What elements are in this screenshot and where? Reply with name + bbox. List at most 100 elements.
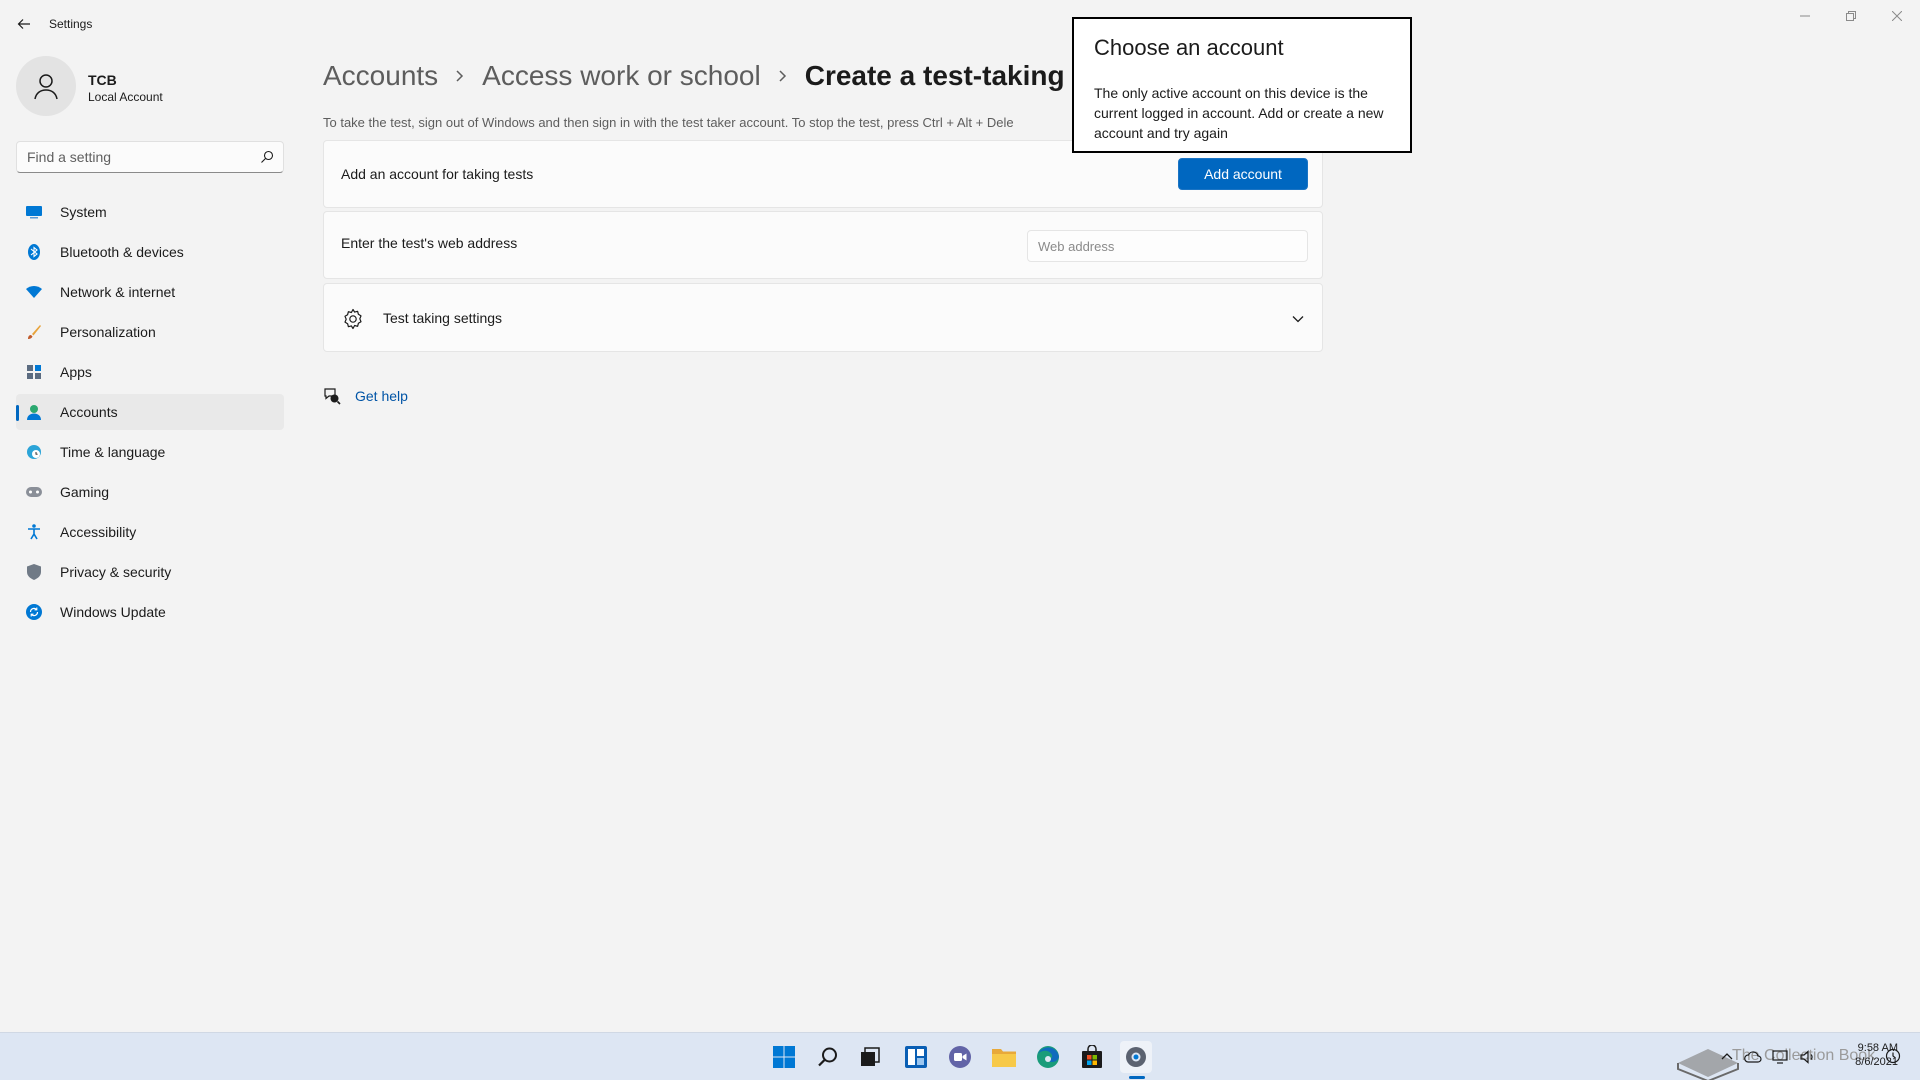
- chevron-right-icon: [777, 69, 789, 83]
- search-icon: [818, 1047, 837, 1067]
- choose-account-flyout: Choose an account The only active accoun…: [1072, 17, 1412, 153]
- sidebar-item-network[interactable]: Network & internet: [16, 274, 284, 310]
- restore-button[interactable]: [1828, 0, 1874, 32]
- chevron-down-icon[interactable]: [1290, 311, 1306, 327]
- chat-camera-icon: [949, 1046, 971, 1068]
- web-address-label: Enter the test's web address: [341, 235, 518, 251]
- edge-button[interactable]: [1032, 1041, 1064, 1073]
- system-tray: [1720, 1047, 1816, 1067]
- sidebar-item-label: Time & language: [60, 444, 166, 460]
- start-button[interactable]: [768, 1041, 800, 1073]
- file-explorer-button[interactable]: [988, 1041, 1020, 1073]
- sidebar-item-time-language[interactable]: Time & language: [16, 434, 284, 470]
- sidebar-item-label: Accounts: [60, 404, 118, 420]
- app-title: Settings: [49, 17, 93, 31]
- person-icon: [34, 74, 58, 100]
- taskbar: The Collection Book 9:58 AM 8/6/2021: [0, 1032, 1920, 1080]
- sidebar-item-label: Personalization: [60, 324, 156, 340]
- settings-window: Settings TCB Local Account System Blueto…: [0, 0, 1920, 1032]
- sidebar-item-label: Network & internet: [60, 284, 176, 300]
- flyout-title: Choose an account: [1094, 35, 1284, 60]
- settings-gear-icon: [1126, 1047, 1146, 1067]
- page-description: To take the test, sign out of Windows an…: [323, 115, 1014, 130]
- user-profile[interactable]: TCB Local Account: [16, 56, 286, 118]
- sidebar-item-label: Bluetooth & devices: [60, 244, 184, 260]
- chat-button[interactable]: [944, 1041, 976, 1073]
- help-chat-icon: [324, 388, 341, 405]
- sidebar-item-accessibility[interactable]: Accessibility: [16, 514, 284, 550]
- folder-icon: [992, 1049, 1016, 1067]
- flyout-message: The only active account on this device i…: [1094, 85, 1384, 141]
- back-button[interactable]: [14, 14, 34, 34]
- chevron-up-icon[interactable]: [1720, 1050, 1734, 1064]
- display-icon[interactable]: [1772, 1050, 1790, 1064]
- web-address-input[interactable]: [1027, 230, 1308, 262]
- task-view-icon: [861, 1047, 880, 1066]
- close-icon: [1892, 11, 1902, 21]
- sidebar-item-personalization[interactable]: Personalization: [16, 314, 284, 350]
- apps-icon: [26, 364, 42, 380]
- edge-browser-icon: [1037, 1046, 1059, 1068]
- shield-icon: [26, 564, 42, 580]
- sidebar-item-windows-update[interactable]: Windows Update: [16, 594, 284, 630]
- search-box: [16, 141, 284, 173]
- accessibility-icon: [26, 524, 42, 540]
- volume-icon[interactable]: [1800, 1050, 1816, 1064]
- widgets-button[interactable]: [900, 1041, 932, 1073]
- sidebar-item-label: System: [60, 204, 107, 220]
- sidebar-item-label: Apps: [60, 364, 92, 380]
- sidebar-item-bluetooth[interactable]: Bluetooth & devices: [16, 234, 284, 270]
- globe-clock-icon: [26, 444, 42, 460]
- gear-icon: [342, 308, 364, 330]
- breadcrumb-accounts[interactable]: Accounts: [323, 60, 438, 92]
- get-help-row[interactable]: Get help: [323, 384, 408, 408]
- bluetooth-icon: [26, 244, 42, 260]
- close-button[interactable]: [1874, 0, 1920, 32]
- sidebar-item-label: Privacy & security: [60, 564, 172, 580]
- sidebar-item-privacy-security[interactable]: Privacy & security: [16, 554, 284, 590]
- accounts-icon: [26, 404, 42, 420]
- task-view-button[interactable]: [854, 1041, 886, 1073]
- web-address-card: Enter the test's web address: [323, 211, 1323, 279]
- add-account-button[interactable]: Add account: [1178, 158, 1308, 190]
- chevron-right-icon: [454, 69, 466, 83]
- page-title: Create a test-taking a: [804, 60, 1083, 91]
- update-icon: [26, 604, 42, 620]
- sidebar-item-label: Accessibility: [60, 524, 137, 540]
- search-icon[interactable]: [259, 149, 275, 165]
- sidebar-item-apps[interactable]: Apps: [16, 354, 284, 390]
- brush-icon: [26, 324, 42, 340]
- sidebar-item-label: Gaming: [60, 484, 110, 500]
- test-taking-settings-card[interactable]: Test taking settings: [323, 283, 1323, 352]
- profile-name: TCB: [88, 72, 117, 88]
- add-account-label: Add an account for taking tests: [341, 166, 534, 182]
- taskbar-search-button[interactable]: [812, 1041, 844, 1073]
- breadcrumb-access-work-school[interactable]: Access work or school: [482, 60, 761, 92]
- get-help-link[interactable]: Get help: [355, 388, 408, 404]
- test-taking-settings-label: Test taking settings: [383, 310, 503, 326]
- profile-account-type: Local Account: [88, 90, 163, 104]
- system-icon: [26, 204, 42, 220]
- settings-taskbar-button[interactable]: [1120, 1041, 1152, 1073]
- back-arrow-icon: [17, 19, 30, 29]
- store-bag-icon: [1082, 1045, 1102, 1068]
- minimize-button[interactable]: [1782, 0, 1828, 32]
- sidebar-item-label: Windows Update: [60, 604, 166, 620]
- notification-icon[interactable]: [1885, 1048, 1901, 1064]
- windows-logo-icon: [773, 1046, 795, 1068]
- wifi-icon: [26, 284, 42, 300]
- sidebar-nav: System Bluetooth & devices Network & int…: [16, 194, 284, 634]
- sidebar-item-system[interactable]: System: [16, 194, 284, 230]
- search-input[interactable]: [17, 142, 253, 172]
- avatar: [16, 56, 76, 116]
- active-app-indicator: [1129, 1076, 1145, 1079]
- gamepad-icon: [26, 484, 42, 500]
- minimize-icon: [1800, 15, 1810, 17]
- sidebar-item-gaming[interactable]: Gaming: [16, 474, 284, 510]
- cloud-icon[interactable]: [1744, 1050, 1762, 1064]
- title-bar: Settings: [0, 0, 1920, 48]
- widgets-icon: [905, 1046, 927, 1068]
- restore-icon: [1846, 11, 1856, 21]
- sidebar-item-accounts[interactable]: Accounts: [16, 394, 284, 430]
- store-button[interactable]: [1076, 1041, 1108, 1073]
